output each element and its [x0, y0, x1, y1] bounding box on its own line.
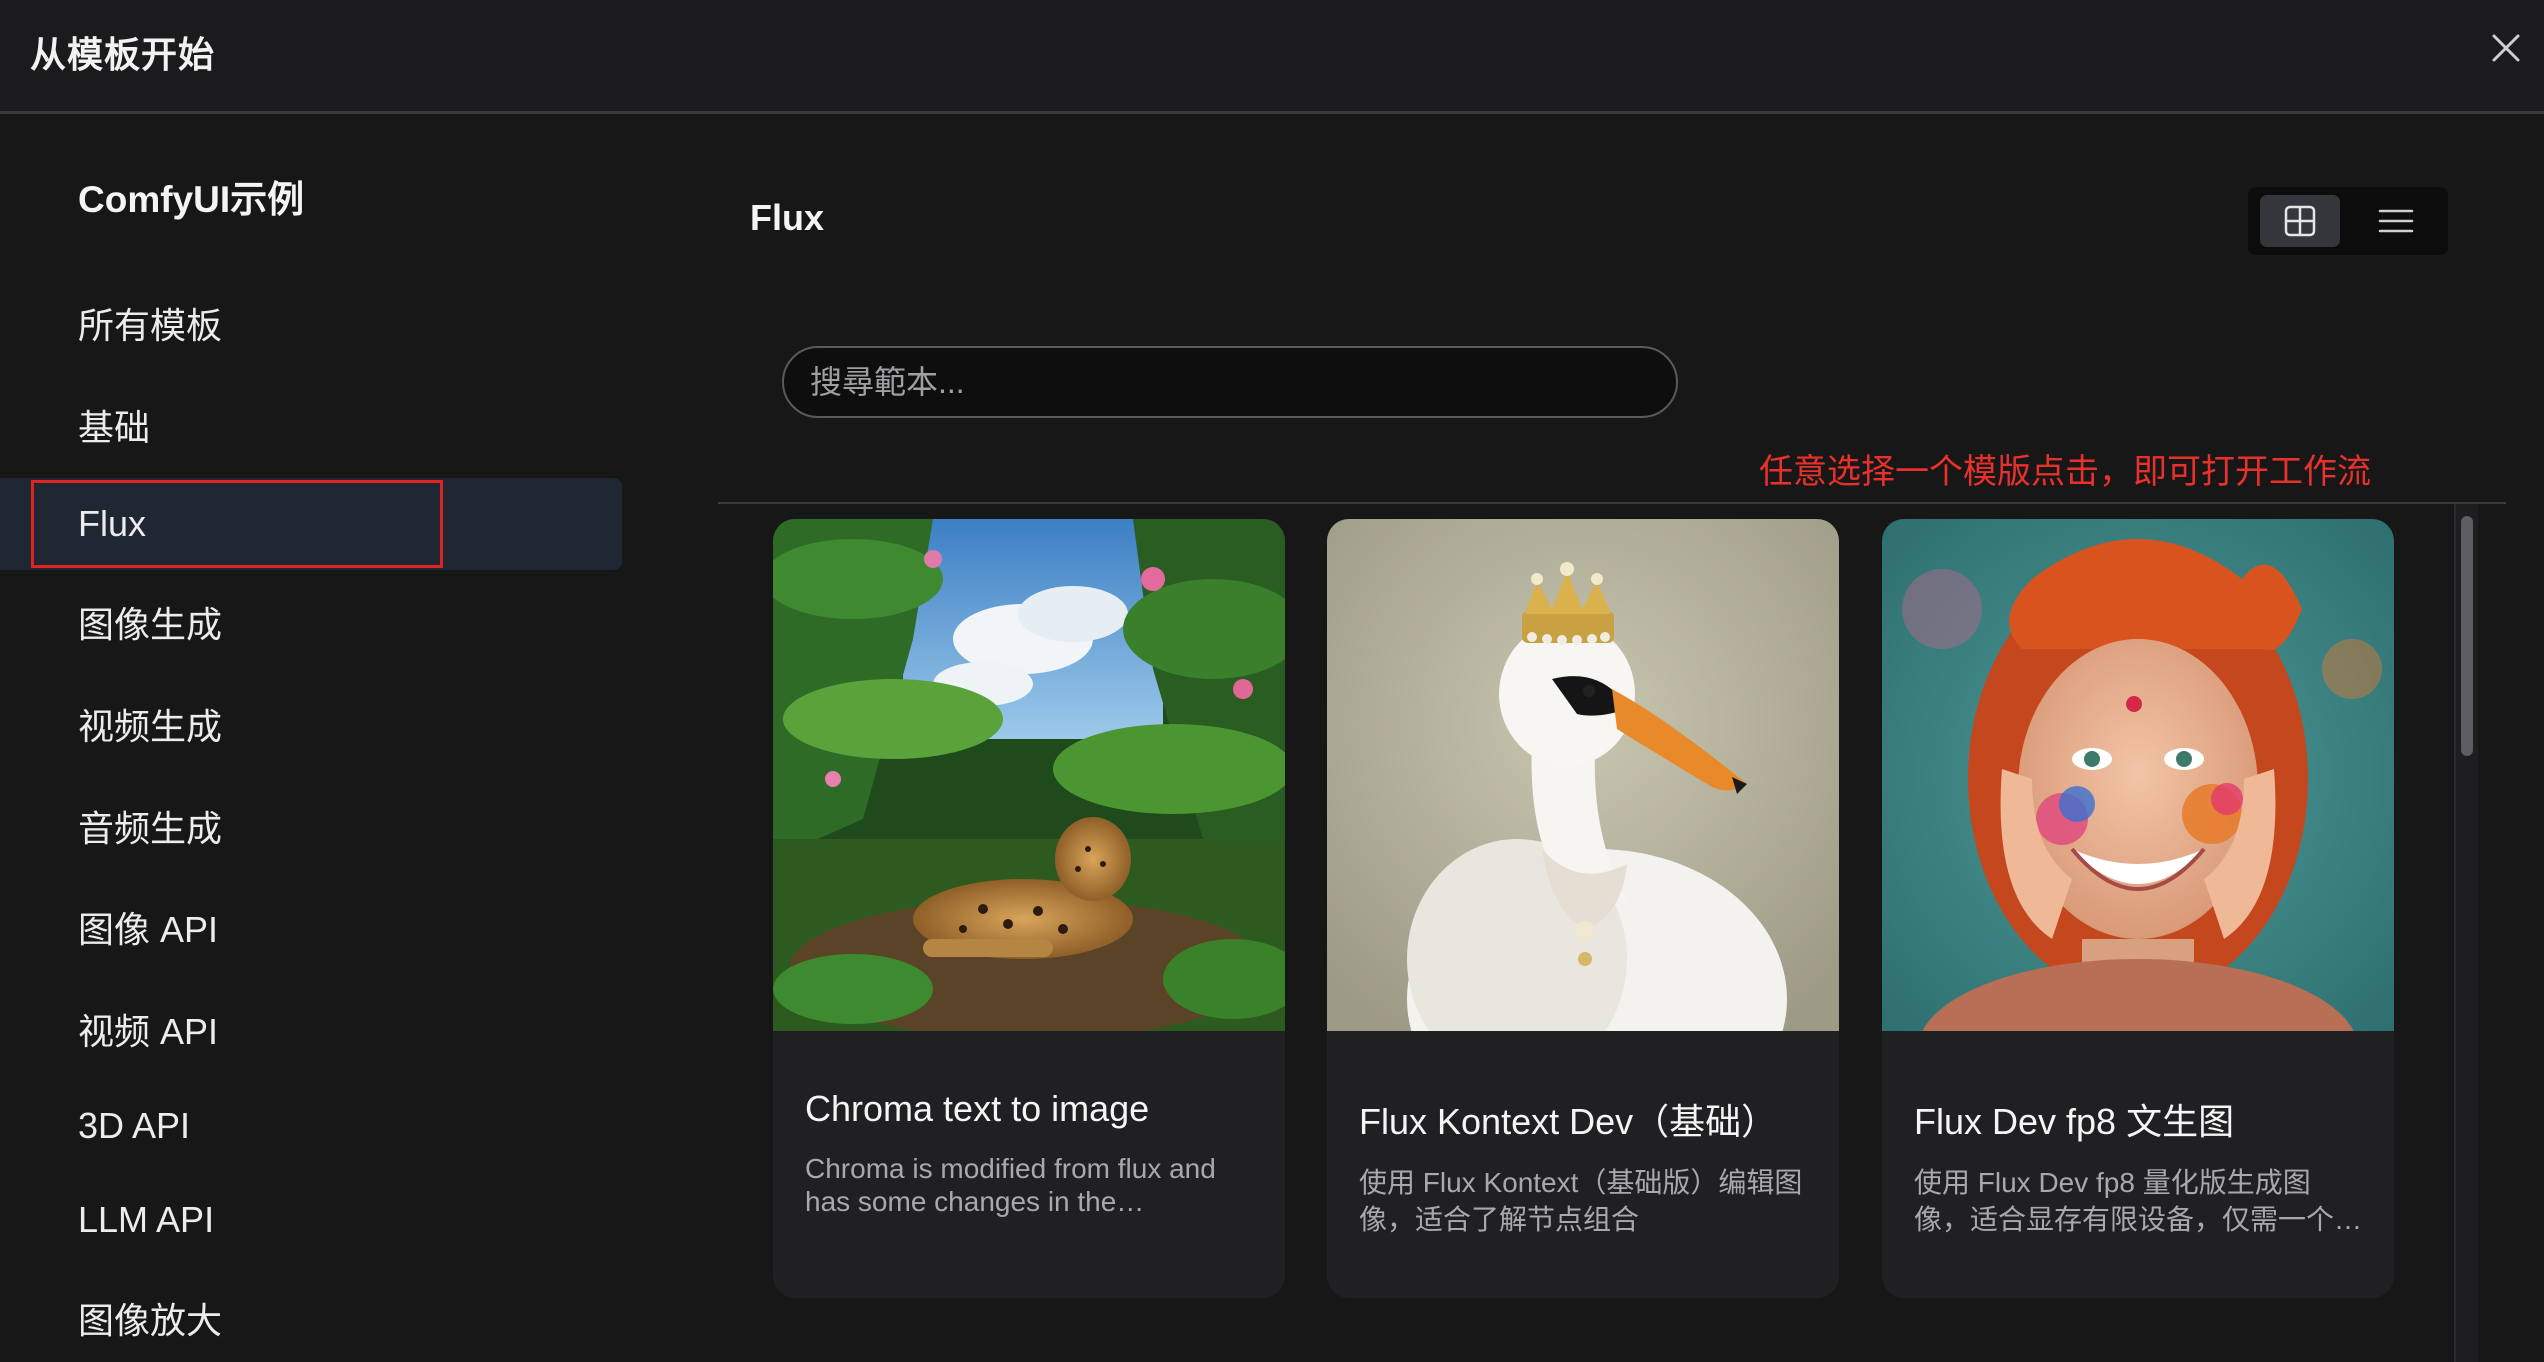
sidebar-item-basics[interactable]: 基础	[0, 379, 622, 471]
sidebar-item-label: 基础	[78, 407, 151, 448]
close-icon[interactable]	[2486, 28, 2526, 68]
template-search-input[interactable]	[782, 346, 1678, 418]
grid-view-icon	[2284, 205, 2316, 237]
template-card-chroma[interactable]: Chroma text to image Chroma is modified …	[773, 519, 1285, 1298]
sidebar-item-image-generation[interactable]: 图像生成	[0, 576, 622, 668]
sidebar-item-label: 图像 API	[78, 909, 219, 950]
card-description: Chroma is modified from flux and has som…	[805, 1153, 1216, 1217]
scrollbar-thumb[interactable]	[2461, 516, 2473, 756]
sidebar-item-llm-api[interactable]: LLM API	[0, 1174, 622, 1266]
sidebar-heading: ComfyUI示例	[78, 179, 305, 220]
sidebar-item-label: LLM API	[78, 1199, 215, 1240]
card-title: Chroma text to image	[805, 1088, 1150, 1129]
woman-portrait-thumbnail	[1882, 519, 2394, 1031]
view-mode-toggle	[2248, 187, 2448, 255]
category-title: Flux	[750, 197, 825, 238]
dialog-header: 从模板开始	[0, 0, 2544, 114]
category-sidebar: ComfyUI示例 所有模板 基础 Flux 图像生成 视频生成 音频生成 图像…	[0, 117, 624, 1362]
sidebar-item-label: 3D API	[78, 1105, 191, 1146]
scrollbar[interactable]	[2454, 504, 2478, 1362]
card-title: Flux Dev fp8 文生图	[1914, 1101, 2235, 1142]
sidebar-item-3d-api[interactable]: 3D API	[0, 1080, 622, 1172]
template-card-flux-kontext-dev[interactable]: Flux Kontext Dev（基础） 使用 Flux Kontext（基础版…	[1327, 519, 1839, 1298]
sidebar-item-label: 视频 API	[78, 1011, 219, 1052]
sidebar-item-label: 图像放大	[78, 1300, 223, 1341]
swan-thumbnail	[1327, 519, 1839, 1031]
card-title: Flux Kontext Dev（基础）	[1359, 1101, 1778, 1142]
sidebar-item-flux[interactable]: Flux	[0, 478, 622, 570]
list-view-button[interactable]	[2356, 195, 2436, 247]
sidebar-item-image-api[interactable]: 图像 API	[0, 881, 622, 973]
list-view-icon	[2378, 209, 2414, 233]
sidebar-item-label: Flux	[78, 503, 147, 544]
sidebar-item-audio-generation[interactable]: 音频生成	[0, 780, 622, 872]
grid-view-button[interactable]	[2260, 195, 2340, 247]
card-description: 使用 Flux Kontext（基础版）编辑图像，适合了解节点组合	[1359, 1167, 1803, 1235]
annotation-text: 任意选择一个模版点击，即可打开工作流	[1759, 453, 2371, 491]
template-card-flux-dev-fp8[interactable]: Flux Dev fp8 文生图 使用 Flux Dev fp8 量化版生成图像…	[1882, 519, 2394, 1298]
card-description: 使用 Flux Dev fp8 量化版生成图像，适合显存有限设备，仅需一个…	[1914, 1167, 2363, 1235]
jaguar-thumbnail	[773, 519, 1285, 1031]
sidebar-item-label: 图像生成	[78, 604, 223, 645]
sidebar-item-image-upscale[interactable]: 图像放大	[0, 1272, 622, 1362]
sidebar-item-label: 所有模板	[78, 305, 223, 346]
sidebar-item-video-generation[interactable]: 视频生成	[0, 678, 622, 770]
template-main-panel: Flux 任意选择一个模版点击，即可打开工作流	[624, 117, 2544, 1362]
sidebar-item-label: 音频生成	[78, 808, 223, 849]
sidebar-item-all-templates[interactable]: 所有模板	[0, 277, 622, 369]
sidebar-item-label: 视频生成	[78, 706, 223, 747]
dialog-title: 从模板开始	[30, 34, 216, 75]
sidebar-item-video-api[interactable]: 视频 API	[0, 983, 622, 1075]
content-divider	[718, 502, 2506, 504]
